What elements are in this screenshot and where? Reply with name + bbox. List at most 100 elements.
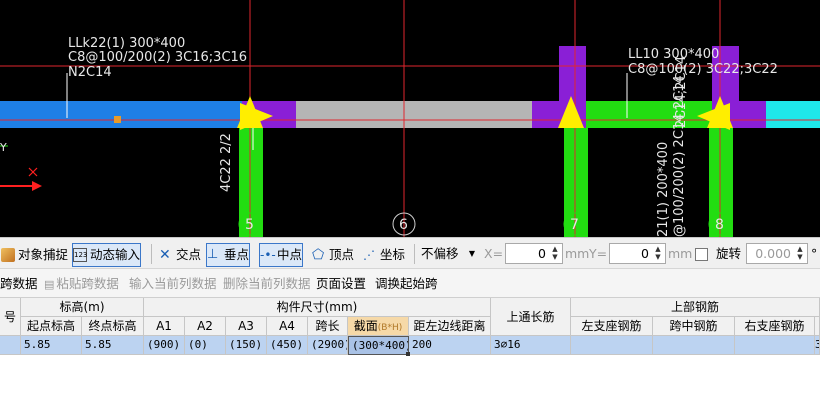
cell-a1[interactable]: (900)	[144, 336, 185, 355]
copy-span-button[interactable]: 跨数据	[0, 274, 38, 294]
intersection-button[interactable]: ✕ 交点	[158, 243, 202, 267]
y-input[interactable]: 0 ▲ ▼	[609, 243, 666, 264]
section-label: 截面	[353, 319, 378, 333]
column-mid-top[interactable]	[559, 46, 586, 101]
paste-icon: ▤	[44, 278, 55, 291]
axis-label-7: 7	[570, 217, 579, 233]
vert-right-label-3: @100/200(2) 2C14;2C14	[672, 75, 687, 237]
span-action-bar: 跨数据 ▤ 粘贴跨数据 输入当前列数据 删除当前列数据 页面设置 调换起始跨	[0, 269, 820, 298]
cell-mid-span[interactable]	[653, 336, 735, 355]
col-header-through-rebar: 上通长筋	[491, 298, 571, 336]
vertex-button[interactable]: ⬠ 顶点	[311, 243, 355, 267]
col-header-a2: A2	[185, 317, 226, 336]
object-snap-label: 对象捕捉	[18, 247, 69, 262]
col-header-start-elev: 起点标高	[21, 317, 82, 336]
perpendicular-button[interactable]: ⊥ 垂点	[206, 243, 251, 267]
x-unit: mm	[565, 246, 590, 261]
axis-label-6: 6	[399, 217, 408, 233]
col-header-mid-span: 跨中钢筋	[653, 317, 735, 336]
dynamic-input-icon: 123	[73, 248, 87, 262]
cell-through-rebar[interactable]: 3⌀16	[491, 336, 571, 355]
x-value: 0	[538, 246, 546, 261]
col-header-section[interactable]: 截面(B*H)	[348, 317, 409, 336]
rotate-checkbox-wrap[interactable]: 旋转	[695, 243, 741, 265]
axis-y-label: Y	[0, 141, 7, 154]
midpoint-icon: -•-	[260, 248, 276, 262]
col-header-end-elev: 终点标高	[82, 317, 144, 336]
cad-drawing-canvas[interactable]: LLk22(1) 300*400 C8@100/200(2) 3C16;3C16…	[0, 0, 820, 237]
annot-left-line1: LLk22(1) 300*400	[68, 36, 185, 51]
col-header-a4: A4	[267, 317, 308, 336]
col-header-left-distance: 距左边线距离	[409, 317, 491, 336]
cell-start-elev[interactable]: 5.85	[21, 336, 82, 355]
col-header-right-support: 右支座钢筋	[735, 317, 815, 336]
col-header-span-length: 跨长	[308, 317, 348, 336]
beam-green[interactable]	[586, 101, 712, 128]
offset-select[interactable]: 不偏移 ▼	[421, 243, 479, 265]
offset-select-value: 不偏移	[421, 246, 459, 261]
input-current-column-button[interactable]: 输入当前列数据	[129, 274, 217, 294]
cell-a2[interactable]: (0)	[185, 336, 226, 355]
dropdown-icon: ▼	[468, 249, 475, 258]
cell-left-support[interactable]	[571, 336, 653, 355]
cell-section[interactable]: (300*400)	[348, 336, 409, 355]
intersection-icon: ✕	[159, 247, 171, 263]
page-setup-button[interactable]: 页面设置	[316, 274, 366, 294]
vert-left-label: 4C22 2/2	[219, 133, 234, 192]
coordinate-icon: ⋰	[363, 248, 375, 262]
x-label: X=	[484, 246, 504, 261]
cell-a4[interactable]: (450)	[267, 336, 308, 355]
cell-span-length[interactable]: (2900)	[308, 336, 348, 355]
cell-overflow[interactable]: 3	[815, 336, 820, 355]
cell-right-support[interactable]	[735, 336, 815, 355]
midpoint-button[interactable]: -•- 中点	[259, 243, 304, 267]
cell-no[interactable]	[0, 336, 21, 355]
rotate-label: 旋转	[716, 246, 742, 261]
cell-left-distance[interactable]: 200	[409, 336, 491, 355]
snap-toolbar: 对象捕捉 123 动态输入 ✕ 交点 ⊥ 垂点 -•- 中点 ⬠ 顶点 ⋰ 坐标…	[0, 237, 820, 269]
col-header-top-rebar: 上部钢筋	[571, 298, 820, 317]
dynamic-input-label: 动态输入	[90, 247, 141, 262]
col-header-left-support: 左支座钢筋	[571, 317, 653, 336]
cell-a3[interactable]: (150)	[226, 336, 267, 355]
y-unit: mm	[668, 246, 693, 261]
beam-cyan[interactable]	[766, 101, 820, 128]
section-hint: (B*H)	[377, 323, 403, 333]
annot-left-line2: C8@100/200(2) 3C16;3C16	[68, 50, 247, 65]
x-input[interactable]: 0 ▲ ▼	[505, 243, 563, 264]
paste-span-button[interactable]: ▤ 粘贴跨数据	[44, 274, 119, 294]
col-header-component-size: 构件尺寸(mm)	[144, 298, 491, 317]
y-spin-arrows[interactable]: ▲ ▼	[653, 245, 663, 262]
delete-current-column-button[interactable]: 删除当前列数据	[223, 274, 311, 294]
rotate-checkbox[interactable]	[695, 247, 708, 261]
object-snap-button[interactable]: 对象捕捉	[0, 243, 69, 267]
beam-blue[interactable]	[0, 101, 242, 128]
span-data-table: 号 标高(m) 构件尺寸(mm) 上通长筋 上部钢筋 起点标高 终点标高 A1 …	[0, 298, 820, 400]
axis-label-8: 8	[715, 217, 724, 233]
object-snap-icon	[1, 248, 15, 262]
fill-handle[interactable]	[406, 352, 410, 356]
coordinate-button[interactable]: ⋰ 坐标	[362, 243, 406, 267]
col-header-a3: A3	[226, 317, 267, 336]
degree-unit: °	[811, 246, 818, 261]
coordinate-label: 坐标	[380, 247, 406, 262]
y-label: Y=	[589, 246, 608, 261]
grip-point[interactable]	[114, 116, 121, 123]
adjust-start-span-button[interactable]: 调换起始跨	[375, 274, 438, 294]
axis-label-5: 5	[245, 217, 254, 233]
x-spin-arrows[interactable]: ▲ ▼	[550, 245, 560, 262]
col-header-no: 号	[0, 298, 21, 336]
annot-right-line2: C8@100(2) 3C22;3C22	[628, 62, 778, 77]
dynamic-input-button[interactable]: 123 动态输入	[72, 243, 142, 267]
beam-gray[interactable]	[296, 101, 532, 128]
vertex-icon: ⬠	[312, 247, 325, 263]
col-header-overflow	[815, 317, 820, 336]
perpendicular-label: 垂点	[224, 247, 250, 262]
col-header-elevation: 标高(m)	[21, 298, 144, 317]
rotate-value: 0.000	[755, 246, 791, 261]
perpendicular-icon: ⊥	[207, 247, 219, 262]
cell-end-elev[interactable]: 5.85	[82, 336, 144, 355]
rotate-spin-arrows[interactable]: ▲ ▼	[795, 245, 805, 262]
rotate-input[interactable]: 0.000 ▲ ▼	[746, 243, 808, 264]
vert-right-label-2: 21(1) 200*400	[656, 142, 671, 237]
